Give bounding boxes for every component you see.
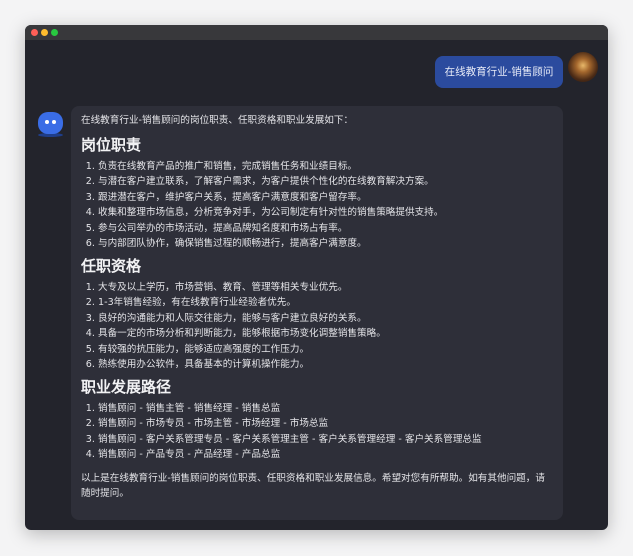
list-item: 良好的沟通能力和人际交往能力，能够与客户建立良好的关系。 bbox=[98, 311, 553, 327]
section-heading: 岗位职责 bbox=[81, 135, 142, 154]
list-item: 与潜在客户建立联系，了解客户需求，为客户提供个性化的在线教育解决方案。 bbox=[98, 174, 553, 190]
list-item: 参与公司举办的市场活动，提高品牌知名度和市场占有率。 bbox=[98, 221, 553, 237]
list-item: 负责在线教育产品的推广和销售，完成销售任务和业绩目标。 bbox=[98, 159, 553, 175]
user-avatar bbox=[568, 52, 598, 82]
chat-window: 在线教育行业-销售顾问 在线教育行业-销售顾问的岗位职责、任职资格和职业发展如下… bbox=[25, 25, 608, 530]
title-bar bbox=[25, 25, 608, 40]
close-button[interactable] bbox=[31, 29, 38, 36]
list-item: 有较强的抗压能力，能够适应高强度的工作压力。 bbox=[98, 342, 553, 358]
list-item: 销售顾问 - 销售主管 - 销售经理 - 销售总监 bbox=[98, 401, 553, 417]
bot-eye-icon bbox=[45, 120, 49, 124]
list-item: 大专及以上学历，市场营销、教育、管理等相关专业优先。 bbox=[98, 280, 553, 296]
list-item: 销售顾问 - 产品专员 - 产品经理 - 产品总监 bbox=[98, 447, 553, 463]
list-item: 跟进潜在客户，维护客户关系，提高客户满意度和客户留存率。 bbox=[98, 190, 553, 206]
section-list: 负责在线教育产品的推广和销售，完成销售任务和业绩目标。与潜在客户建立联系，了解客… bbox=[81, 159, 553, 252]
list-item: 销售顾问 - 市场专员 - 市场主管 - 市场经理 - 市场总监 bbox=[98, 416, 553, 432]
list-item: 1-3年销售经验，有在线教育行业经验者优先。 bbox=[98, 295, 553, 311]
maximize-button[interactable] bbox=[51, 29, 58, 36]
section-list: 大专及以上学历，市场营销、教育、管理等相关专业优先。1-3年销售经验，有在线教育… bbox=[81, 280, 553, 373]
section-heading: 职业发展路径 bbox=[81, 377, 172, 396]
list-item: 销售顾问 - 客户关系管理专员 - 客户关系管理主管 - 客户关系管理经理 - … bbox=[98, 432, 553, 448]
bot-message: 在线教育行业-销售顾问的岗位职责、任职资格和职业发展如下： 岗位职责负责在线教育… bbox=[71, 106, 563, 520]
list-item: 熟练使用办公软件，具备基本的计算机操作能力。 bbox=[98, 357, 553, 373]
user-message: 在线教育行业-销售顾问 bbox=[435, 56, 563, 88]
bot-outro: 以上是在线教育行业-销售顾问的岗位职责、任职资格和职业发展信息。希望对您有所帮助… bbox=[81, 472, 545, 500]
bot-avatar bbox=[38, 112, 63, 134]
section-list: 销售顾问 - 销售主管 - 销售经理 - 销售总监销售顾问 - 市场专员 - 市… bbox=[81, 401, 553, 463]
bot-eye-icon bbox=[52, 120, 56, 124]
list-item: 收集和整理市场信息，分析竞争对手，为公司制定有针对性的销售策略提供支持。 bbox=[98, 205, 553, 221]
bot-intro: 在线教育行业-销售顾问的岗位职责、任职资格和职业发展如下： bbox=[81, 115, 354, 126]
list-item: 与内部团队协作，确保销售过程的顺畅进行，提高客户满意度。 bbox=[98, 236, 553, 252]
minimize-button[interactable] bbox=[41, 29, 48, 36]
list-item: 具备一定的市场分析和判断能力，能够根据市场变化调整销售策略。 bbox=[98, 326, 553, 342]
section-heading: 任职资格 bbox=[81, 256, 142, 275]
